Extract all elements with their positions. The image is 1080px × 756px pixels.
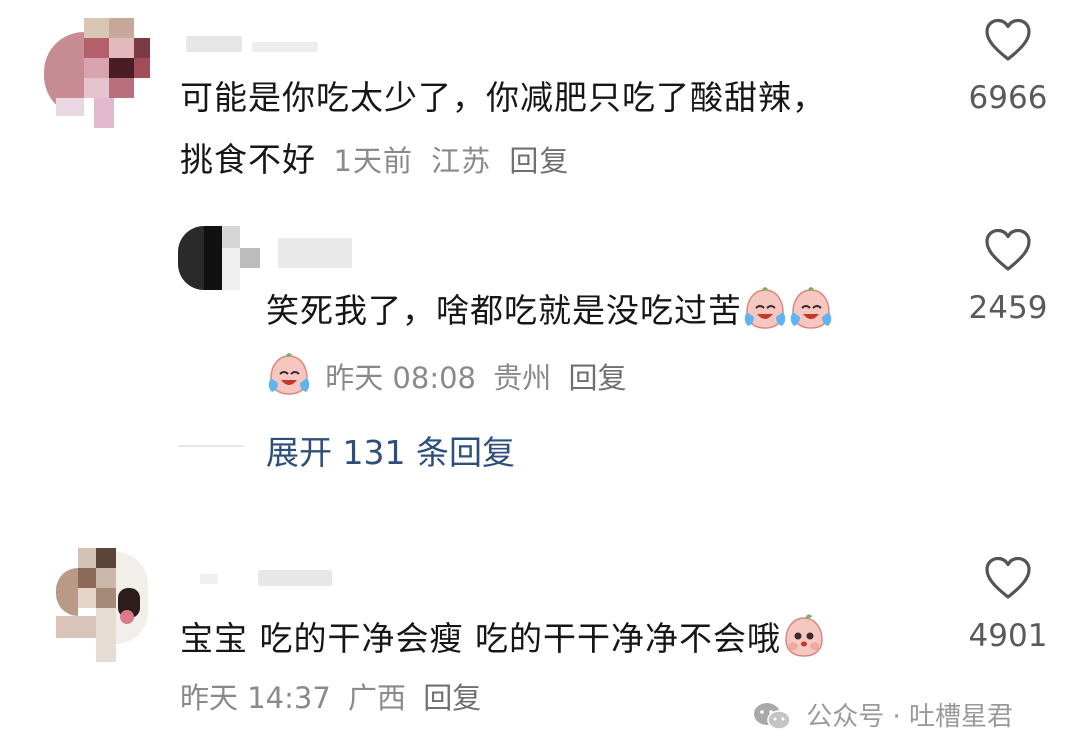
username[interactable] <box>258 570 332 586</box>
username[interactable] <box>186 36 242 52</box>
reply-button[interactable]: 回复 <box>509 144 569 178</box>
username[interactable] <box>252 42 318 52</box>
comment-time: 昨天 14:37 <box>180 681 331 715</box>
reply-text-content: 笑死我了，啥都吃就是没吃过苦 <box>266 291 742 330</box>
comment-text: 可能是你吃太少了，你减肥只吃了酸甜辣， <box>180 78 826 117</box>
reply-button[interactable]: 回复 <box>423 681 481 715</box>
comment-location: 广西 <box>348 681 407 715</box>
comment-meta: 1天前 江苏 回复 <box>334 144 570 178</box>
heart-outline-icon[interactable] <box>984 228 1032 272</box>
comment-time: 1天前 <box>333 144 413 178</box>
username[interactable] <box>278 238 352 268</box>
reply-location: 贵州 <box>493 361 552 395</box>
like-count: 2459 <box>968 290 1048 326</box>
comment-text: 挑食不好 1天前 江苏 回复 <box>180 138 569 182</box>
comment-meta: 昨天 14:37 广西 回复 <box>180 680 481 716</box>
comment-text: 宝宝 吃的干净会瘦 吃的干干净净不会哦 <box>180 614 827 661</box>
comment-text-line2: 挑食不好 <box>180 140 316 179</box>
divider <box>178 445 244 447</box>
shy-emoji-icon <box>781 614 827 658</box>
heart-outline-icon[interactable] <box>984 18 1032 62</box>
reply-meta: 昨天 08:08 贵州 回复 <box>266 352 626 396</box>
watermark: 公众号 · 吐槽星君 <box>752 696 1013 733</box>
crying-laughing-emoji-icon <box>266 352 312 396</box>
watermark-text: 公众号 · 吐槽星君 <box>806 702 1014 732</box>
reply-button[interactable]: 回复 <box>568 361 626 395</box>
avatar[interactable] <box>56 548 148 662</box>
reply-time: 昨天 08:08 <box>325 361 477 395</box>
reply-text: 笑死我了，啥都吃就是没吃过苦 <box>266 286 834 333</box>
avatar[interactable] <box>178 226 260 290</box>
avatar[interactable] <box>44 18 150 128</box>
like-count: 6966 <box>968 80 1048 116</box>
comment-text-content: 宝宝 吃的干净会瘦 吃的干干净净不会哦 <box>180 619 781 658</box>
like-count: 4901 <box>968 618 1048 654</box>
heart-outline-icon[interactable] <box>984 556 1032 600</box>
expand-replies-button[interactable]: 展开 131 条回复 <box>266 426 515 474</box>
crying-laughing-emoji-icon <box>742 286 788 330</box>
crying-laughing-emoji-icon <box>788 286 834 330</box>
wechat-icon <box>754 703 791 730</box>
username[interactable] <box>200 574 218 584</box>
comment-location: 江苏 <box>431 144 492 178</box>
